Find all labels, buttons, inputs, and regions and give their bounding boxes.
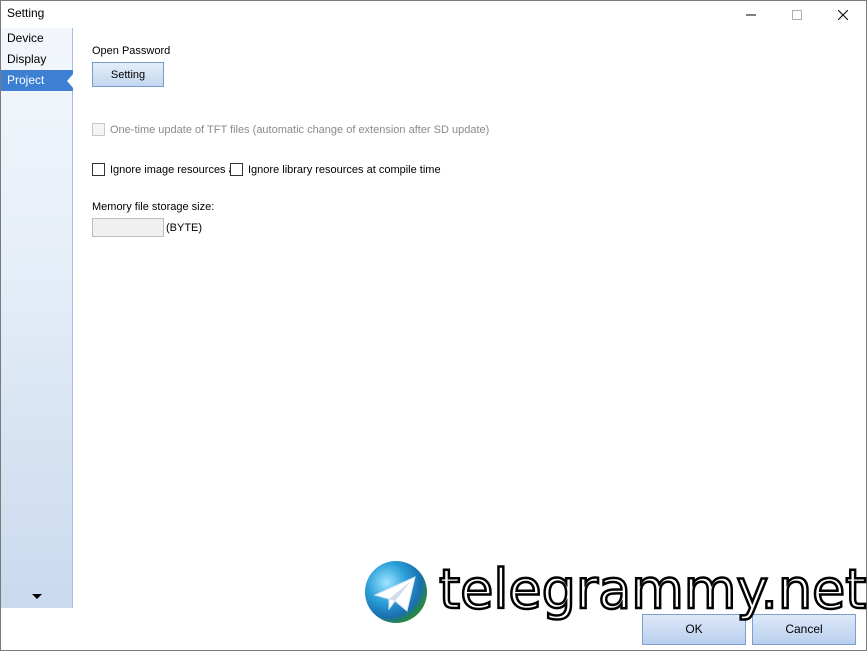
ignore-image-resources-label: Ignore image resources a xyxy=(110,164,235,176)
sidebar-item-display[interactable]: Display xyxy=(1,49,73,70)
maximize-icon xyxy=(792,9,802,20)
one-time-update-checkbox[interactable] xyxy=(92,123,105,136)
memory-size-label: Memory file storage size: xyxy=(92,201,215,213)
setting-button[interactable]: Setting xyxy=(92,62,164,87)
ignore-library-resources-checkbox[interactable] xyxy=(230,163,243,176)
minimize-button[interactable] xyxy=(728,1,774,28)
close-button[interactable] xyxy=(820,1,866,28)
window-title: Setting xyxy=(7,6,45,20)
title-bar: Setting xyxy=(1,1,866,28)
sidebar-scroll-down-icon[interactable] xyxy=(32,594,42,599)
settings-window: Setting Device Display Project Open Pass… xyxy=(0,0,867,651)
one-time-update-label: One-time update of TFT files (automatic … xyxy=(110,124,490,136)
watermark: telegrammy.net xyxy=(361,557,867,629)
memory-size-unit: (BYTE) xyxy=(166,222,203,234)
watermark-text: telegrammy.net xyxy=(438,558,867,621)
ignore-image-resources-checkbox[interactable] xyxy=(92,163,105,176)
close-icon xyxy=(838,9,848,20)
minimize-icon xyxy=(746,14,756,15)
ignore-library-resources-label: Ignore library resources at compile time xyxy=(248,164,441,176)
sidebar-item-device[interactable]: Device xyxy=(1,28,73,49)
memory-size-input[interactable] xyxy=(92,218,164,237)
maximize-button[interactable] xyxy=(774,1,820,28)
sidebar-item-project[interactable]: Project xyxy=(1,70,74,91)
telegram-globe-icon xyxy=(365,561,427,623)
open-password-label: Open Password xyxy=(92,45,171,57)
sidebar: Device Display Project xyxy=(1,28,74,608)
project-settings-panel: Open Password Setting One-time update of… xyxy=(74,28,866,608)
